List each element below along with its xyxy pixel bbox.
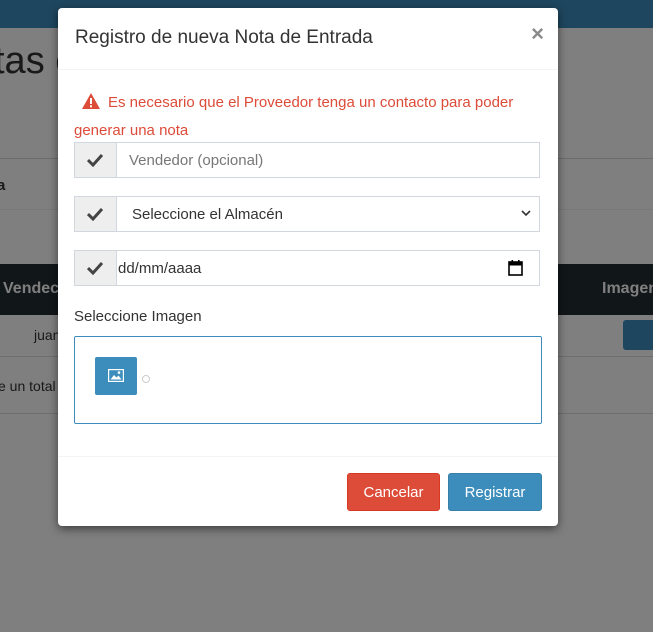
vendor-field[interactable]: Vendedor (opcional) <box>74 142 540 178</box>
warehouse-addon <box>75 197 117 231</box>
new-entry-note-modal: Registro de nueva Nota de Entrada × Es n… <box>58 8 558 526</box>
image-label: Seleccione Imagen <box>74 308 202 325</box>
modal-header: Registro de nueva Nota de Entrada × <box>58 8 558 70</box>
image-radio[interactable] <box>142 375 150 383</box>
date-addon <box>75 251 117 285</box>
image-icon <box>108 369 124 382</box>
vendor-placeholder: Vendedor (opcional) <box>129 152 264 169</box>
check-icon <box>87 153 103 167</box>
warning-message: Es necesario que el Proveedor tenga un c… <box>82 93 513 111</box>
register-button[interactable]: Registrar <box>448 473 542 511</box>
warehouse-selected-value: Seleccione el Almacén <box>132 206 283 223</box>
warning-text-line2: generar una nota <box>74 122 189 139</box>
warning-icon <box>82 93 100 109</box>
close-icon[interactable]: × <box>531 23 544 45</box>
date-field[interactable]: dd/mm/aaaa <box>74 250 540 286</box>
modal-footer-divider <box>58 456 558 457</box>
warning-text-line1: Es necesario que el Proveedor tenga un c… <box>108 94 514 111</box>
chevron-down-icon <box>521 210 531 217</box>
modal-title: Registro de nueva Nota de Entrada <box>75 27 373 48</box>
select-image-button[interactable] <box>95 357 137 395</box>
calendar-icon[interactable] <box>508 260 523 276</box>
vendor-addon <box>75 143 117 177</box>
check-icon <box>87 207 103 221</box>
warehouse-select[interactable]: Seleccione el Almacén <box>74 196 540 232</box>
check-icon <box>87 261 103 275</box>
date-placeholder: dd/mm/aaaa <box>118 260 202 277</box>
cancel-button[interactable]: Cancelar <box>347 473 440 511</box>
image-dropzone[interactable] <box>74 336 542 424</box>
